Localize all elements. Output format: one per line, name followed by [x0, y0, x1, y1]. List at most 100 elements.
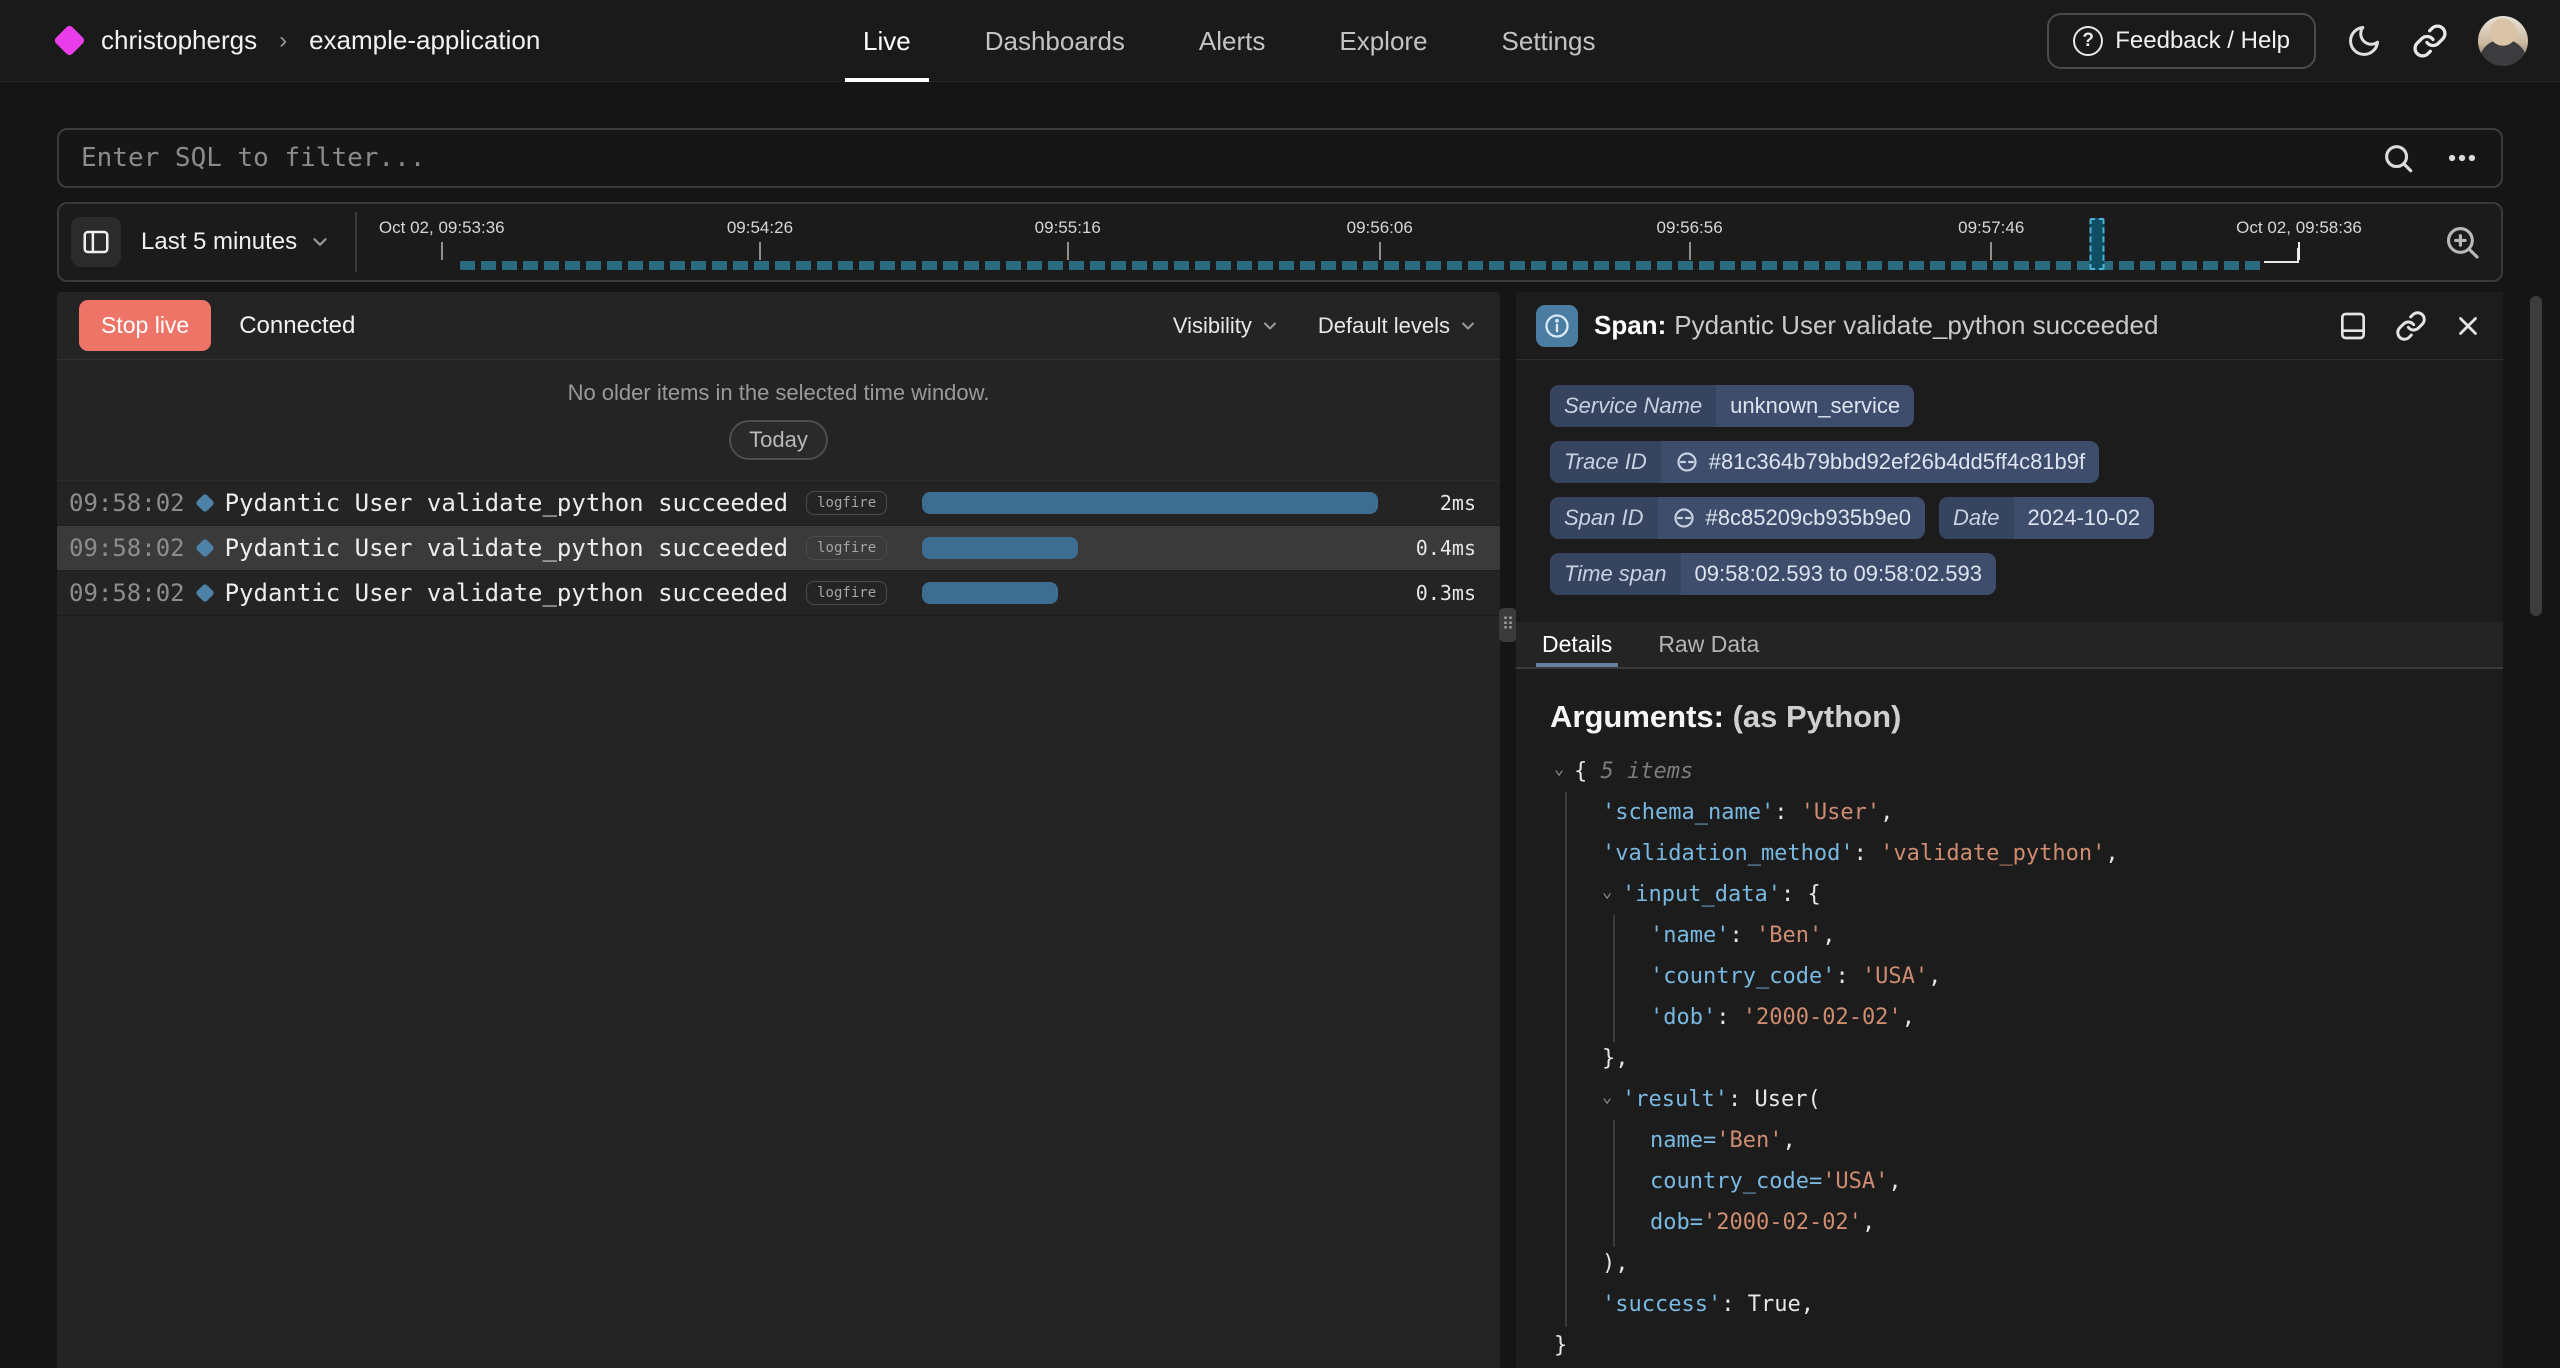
more-options-icon[interactable] — [2445, 141, 2479, 175]
collapse-chevron-icon[interactable]: ⌄ — [1554, 759, 1574, 779]
nav-tab-settings[interactable]: Settings — [1484, 0, 1614, 82]
nav-right-actions: ? Feedback / Help — [2047, 0, 2528, 82]
timeline-tick — [1990, 242, 1992, 260]
share-link-icon[interactable] — [2412, 23, 2448, 59]
row-duration: 2ms — [1440, 491, 1476, 515]
time-range-label: Last 5 minutes — [141, 228, 297, 256]
timeline-label: 09:55:16 — [1035, 218, 1101, 238]
code-line: ⌄{ 5 items — [1550, 751, 2503, 792]
time-span-badge: Time span 09:58:02.593 to 09:58:02.593 — [1550, 553, 1996, 595]
code-line: name='Ben', — [1550, 1120, 2503, 1161]
logfire-logo-icon[interactable] — [53, 24, 86, 57]
timeline-tick — [441, 242, 443, 260]
link-icon — [1672, 506, 1696, 530]
span-attribute-badges: Service Name unknown_service Trace ID #8… — [1516, 360, 2503, 595]
timeline-label: 09:56:56 — [1657, 218, 1723, 238]
timeline-activity-dashes — [460, 261, 2264, 270]
code-line: dob='2000-02-02', — [1550, 1202, 2503, 1243]
live-view-panel: Stop live Connected Visibility Default l… — [57, 292, 1500, 1368]
log-row-list: 09:58:02 Pydantic User validate_python su… — [57, 481, 1500, 616]
badge-value: 09:58:02.593 to 09:58:02.593 — [1681, 553, 1996, 595]
user-avatar[interactable] — [2478, 16, 2528, 66]
code-line: 'country_code': 'USA', — [1550, 956, 2503, 997]
indent-guide — [1613, 1120, 1615, 1247]
timeline-tick — [759, 242, 761, 260]
timeline-now-marker — [2264, 248, 2299, 263]
search-icon[interactable] — [2381, 141, 2415, 175]
row-tag-logfire: logfire — [806, 536, 887, 560]
empty-window-message: No older items in the selected time wind… — [568, 380, 990, 406]
timeline-track[interactable]: Oct 02, 09:53:3609:54:2609:55:1609:56:06… — [357, 204, 2423, 280]
zoom-in-icon[interactable] — [2423, 204, 2501, 280]
code-line: ⌄'result': User( — [1550, 1079, 2503, 1120]
collapse-chevron-icon[interactable]: ⌄ — [1602, 1087, 1622, 1107]
arguments-python-tree: ⌄{ 5 items'schema_name': 'User','validat… — [1550, 751, 2503, 1366]
arguments-heading-label: Arguments: — [1550, 699, 1724, 734]
breadcrumb-separator: › — [279, 27, 287, 55]
visibility-dropdown[interactable]: Visibility — [1173, 313, 1280, 339]
link-icon — [1675, 450, 1699, 474]
timeline-tick — [1379, 242, 1381, 260]
log-row[interactable]: 09:58:02Pydantic User validate_python su… — [57, 481, 1500, 526]
tab-raw-data[interactable]: Raw Data — [1652, 622, 1765, 667]
default-levels-dropdown[interactable]: Default levels — [1318, 313, 1478, 339]
span-detail-panel: Span:Pydantic User validate_python succe… — [1516, 292, 2503, 1368]
row-message: Pydantic User validate_python succeeded — [225, 489, 789, 517]
duration-bar — [922, 582, 1058, 604]
dark-mode-moon-icon[interactable] — [2346, 23, 2382, 59]
panel-scrollbar[interactable] — [2530, 296, 2542, 616]
log-row[interactable]: 09:58:02Pydantic User validate_python su… — [57, 571, 1500, 616]
breadcrumb: christophergs › example-application — [0, 25, 540, 56]
code-line: 'validation_method': 'validate_python', — [1550, 833, 2503, 874]
trace-id-badge[interactable]: Trace ID #81c364b79bbd92ef26b4dd5ff4c81b… — [1550, 441, 2099, 483]
code-line: } — [1550, 1325, 2503, 1366]
log-row[interactable]: 09:58:02Pydantic User validate_python su… — [57, 526, 1500, 571]
badge-label: Service Name — [1550, 385, 1716, 427]
logfire-app: christophergs › example-application Live… — [0, 0, 2560, 1368]
indent-guide — [1613, 915, 1615, 1042]
sidebar-toggle-icon[interactable] — [71, 217, 121, 267]
live-panel-header: Stop live Connected Visibility Default l… — [57, 292, 1500, 360]
span-id-badge[interactable]: Span ID #8c85209cb935b9e0 — [1550, 497, 1925, 539]
row-tag-logfire: logfire — [806, 581, 887, 605]
timeline-label: 09:57:46 — [1958, 218, 2024, 238]
nav-tab-alerts[interactable]: Alerts — [1181, 0, 1283, 82]
row-timestamp: 09:58:02 — [69, 534, 185, 562]
indent-guide — [1565, 792, 1567, 1327]
feedback-help-button[interactable]: ? Feedback / Help — [2047, 13, 2316, 69]
panel-layout-icon[interactable] — [2337, 310, 2369, 342]
feedback-help-label: Feedback / Help — [2115, 27, 2290, 55]
duration-bar — [922, 537, 1078, 559]
time-range-select[interactable]: Last 5 minutes — [141, 228, 331, 256]
timeline-activity-spike — [2089, 218, 2104, 270]
arguments-heading: Arguments: (as Python) — [1550, 699, 2503, 735]
close-icon[interactable] — [2453, 311, 2483, 341]
span-title-text: Pydantic User validate_python succeeded — [1674, 310, 2158, 340]
duration-bar — [922, 492, 1378, 514]
span-info-icon — [1536, 305, 1578, 347]
tab-details[interactable]: Details — [1536, 622, 1618, 667]
row-tag-logfire: logfire — [806, 491, 887, 515]
code-line: 'name': 'Ben', — [1550, 915, 2503, 956]
copy-link-icon[interactable] — [2395, 310, 2427, 342]
code-line: ⌄'input_data': { — [1550, 874, 2503, 915]
row-duration: 0.3ms — [1416, 581, 1476, 605]
span-id-value: #8c85209cb935b9e0 — [1706, 505, 1912, 531]
badge-label: Date — [1939, 497, 2013, 539]
panel-resize-handle[interactable]: ⠿ — [1499, 608, 1517, 642]
sql-filter-input[interactable] — [81, 143, 2381, 173]
nav-tab-live[interactable]: Live — [845, 0, 929, 82]
stop-live-button[interactable]: Stop live — [79, 300, 211, 351]
breadcrumb-project[interactable]: example-application — [309, 25, 540, 56]
nav-tab-explore[interactable]: Explore — [1321, 0, 1445, 82]
timeline-tick — [2298, 242, 2300, 260]
arguments-heading-suffix: (as Python) — [1733, 699, 1902, 734]
chevron-down-icon — [309, 231, 331, 253]
sql-filter-bar — [57, 128, 2503, 188]
default-levels-label: Default levels — [1318, 313, 1450, 339]
today-button[interactable]: Today — [729, 420, 828, 460]
collapse-chevron-icon[interactable]: ⌄ — [1602, 882, 1622, 902]
breadcrumb-org[interactable]: christophergs — [101, 25, 257, 56]
nav-tab-dashboards[interactable]: Dashboards — [967, 0, 1143, 82]
code-line: country_code='USA', — [1550, 1161, 2503, 1202]
